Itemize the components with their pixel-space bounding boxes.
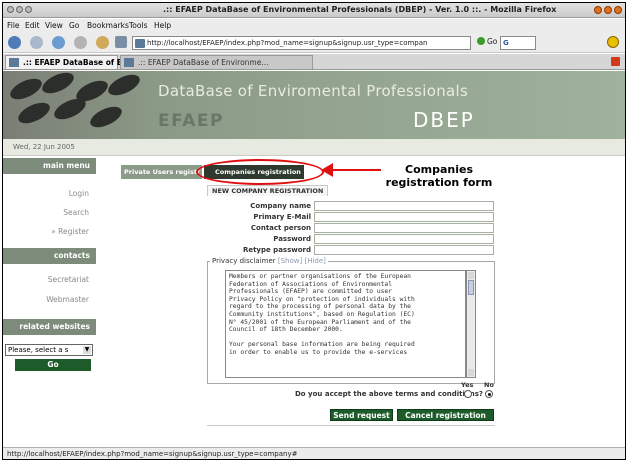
window-title: .:: EFAEP DataBase of Environmental Prof…: [163, 5, 557, 14]
company-name-field[interactable]: [314, 201, 494, 211]
go-button[interactable]: Go: [477, 37, 497, 46]
privacy-hide-link[interactable]: [Hide]: [304, 257, 325, 265]
form-divider: [207, 425, 495, 426]
menu-go[interactable]: Go: [69, 21, 79, 30]
browser-window: .:: EFAEP DataBase of Environmental Prof…: [2, 2, 626, 460]
close-tab-icon[interactable]: [611, 57, 620, 66]
send-request-button[interactable]: Send request: [330, 409, 393, 421]
close-window-icon[interactable]: [614, 6, 622, 14]
minimize-icon[interactable]: [594, 6, 602, 14]
password-label: Password: [273, 235, 311, 243]
tab-inactive[interactable]: .:: EFAEP DataBase of Environme...: [120, 55, 313, 69]
register-link[interactable]: » Register: [3, 227, 89, 236]
webmaster-link[interactable]: Webmaster: [3, 295, 89, 304]
scroll-down-icon[interactable]: [468, 369, 474, 376]
date-bar: Wed, 22 Jun 2005: [3, 139, 625, 156]
window-menu-icon[interactable]: [7, 6, 14, 13]
menu-help[interactable]: Help: [154, 21, 171, 30]
go-label: Go: [487, 37, 498, 46]
leaf-decoration: [105, 71, 143, 100]
primary-email-field[interactable]: [314, 212, 494, 222]
menu-bookmarks[interactable]: Bookmarks: [87, 21, 129, 30]
maximize-icon[interactable]: [604, 6, 612, 14]
search-link[interactable]: Search: [3, 208, 89, 217]
password-field[interactable]: [314, 234, 494, 244]
forward-icon[interactable]: [30, 36, 43, 49]
status-bar: http://localhost/EFAEP/index.php?mod_nam…: [3, 447, 625, 459]
privacy-show-link[interactable]: [Show]: [278, 257, 302, 265]
stop-icon[interactable]: [74, 36, 87, 49]
site-icon: [135, 39, 145, 48]
main-menu-heading: main menu: [3, 158, 96, 174]
dbep-logo: DBEP: [413, 108, 475, 132]
menu-tools[interactable]: Tools: [129, 21, 147, 30]
tab-private-users[interactable]: Private Users registr: [121, 165, 202, 179]
annotation-label: Companies registration form: [385, 163, 493, 189]
leaf-decoration: [87, 102, 125, 132]
related-go-button[interactable]: Go: [15, 359, 91, 371]
retype-password-label: Retype password: [242, 246, 311, 254]
primary-email-label: Primary E-Mail: [253, 213, 311, 221]
bookmark-icon[interactable]: [115, 36, 127, 48]
privacy-legend-label: Privacy disclaimer: [212, 257, 276, 265]
terms-question: Do you accept the above terms and condit…: [295, 390, 483, 398]
contacts-heading: contacts: [3, 248, 96, 264]
registration-heading: NEW COMPANY REGISTRATION: [207, 185, 329, 196]
accept-no-radio[interactable]: [485, 390, 493, 398]
related-websites-select[interactable]: Please, select a s ▼: [5, 344, 93, 356]
reload-icon[interactable]: [52, 36, 65, 49]
menu-edit[interactable]: Edit: [25, 21, 40, 30]
tab-active[interactable]: .:: EFAEP DataBase of Envir...: [5, 55, 146, 69]
leaf-decoration: [51, 94, 89, 124]
highlight-ellipse: [196, 159, 324, 185]
navigation-toolbar: http://localhost/EFAEP/index.php?mod_nam…: [3, 32, 625, 53]
tab-site-icon: [124, 58, 134, 67]
go-arrow-icon: [477, 37, 485, 45]
window-titlebar: .:: EFAEP DataBase of Environmental Prof…: [3, 3, 625, 18]
select-value: Please, select a s: [8, 346, 69, 354]
home-icon[interactable]: [96, 36, 109, 49]
menubar: File Edit View Go Bookmarks Tools Help: [3, 19, 625, 32]
contact-person-label: Contact person: [250, 224, 311, 232]
scroll-thumb[interactable]: [468, 280, 474, 295]
tab-site-icon: [9, 58, 19, 67]
leaf-decoration: [15, 98, 53, 128]
current-date: Wed, 22 Jun 2005: [13, 143, 75, 151]
smiley-icon[interactable]: [607, 36, 619, 48]
privacy-legend: Privacy disclaimer [Show] [Hide]: [210, 257, 328, 265]
tab-label: .:: EFAEP DataBase of Environme...: [138, 58, 269, 67]
no-label: No: [484, 381, 494, 389]
privacy-scrollbar[interactable]: [466, 270, 476, 378]
tab-strip: .:: EFAEP DataBase of Envir... .:: EFAEP…: [3, 54, 625, 70]
privacy-textarea[interactable]: Members or partner organisations of the …: [225, 270, 466, 378]
contact-person-field[interactable]: [314, 223, 494, 233]
accept-yes-radio[interactable]: [464, 390, 472, 398]
secretariat-link[interactable]: Secretariat: [3, 275, 89, 284]
cancel-registration-button[interactable]: Cancel registration: [397, 409, 494, 421]
banner-title: DataBase of Enviromental Professionals: [158, 82, 469, 100]
retype-password-field[interactable]: [314, 245, 494, 255]
efaep-logo: EFAEP: [158, 111, 225, 131]
menu-view[interactable]: View: [45, 21, 63, 30]
related-websites-heading: related websites: [3, 319, 96, 335]
url-input[interactable]: http://localhost/EFAEP/index.php?mod_nam…: [132, 36, 471, 50]
window-shade-icon[interactable]: [16, 6, 23, 13]
company-name-label: Company name: [250, 202, 311, 210]
annotation-arrowhead: [321, 163, 333, 177]
scroll-up-icon[interactable]: [468, 272, 474, 279]
url-text: http://localhost/EFAEP/index.php?mod_nam…: [147, 39, 428, 47]
site-banner: DataBase of Enviromental Professionals E…: [3, 71, 625, 139]
login-link[interactable]: Login: [3, 189, 89, 198]
yes-label: Yes: [461, 381, 474, 389]
window-sticky-icon[interactable]: [25, 6, 32, 13]
menu-file[interactable]: File: [7, 21, 20, 30]
chevron-down-icon: ▼: [83, 346, 91, 354]
leaf-decoration: [7, 74, 45, 104]
search-input[interactable]: G: [500, 36, 536, 50]
search-engine-label: G: [503, 39, 509, 47]
back-icon[interactable]: [8, 36, 21, 49]
leaf-decoration: [39, 71, 77, 98]
